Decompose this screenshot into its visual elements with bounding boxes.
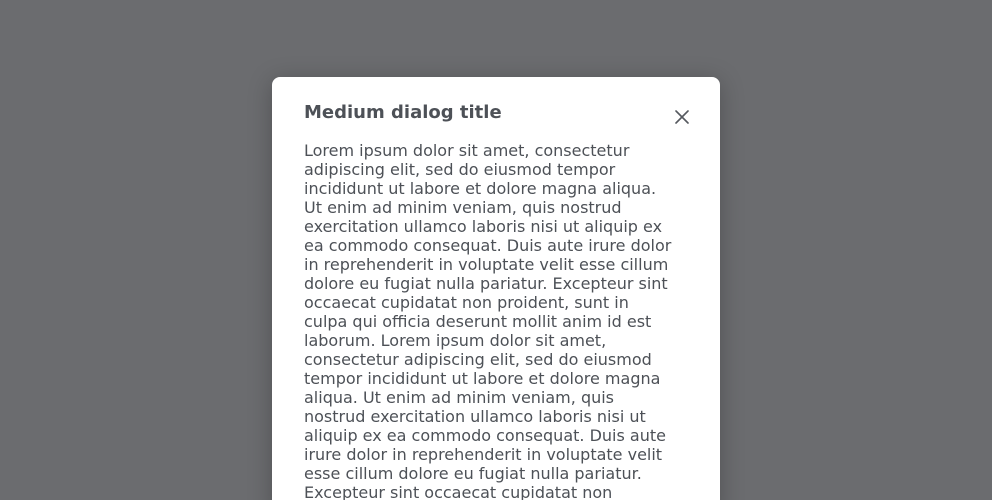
dialog-body-text: Lorem ipsum dolor sit amet, consectetur … — [304, 141, 672, 500]
dialog: Medium dialog title Lorem ipsum dolor si… — [272, 77, 720, 500]
close-icon — [670, 110, 694, 124]
dialog-title: Medium dialog title — [304, 102, 502, 123]
close-button[interactable] — [670, 105, 694, 129]
